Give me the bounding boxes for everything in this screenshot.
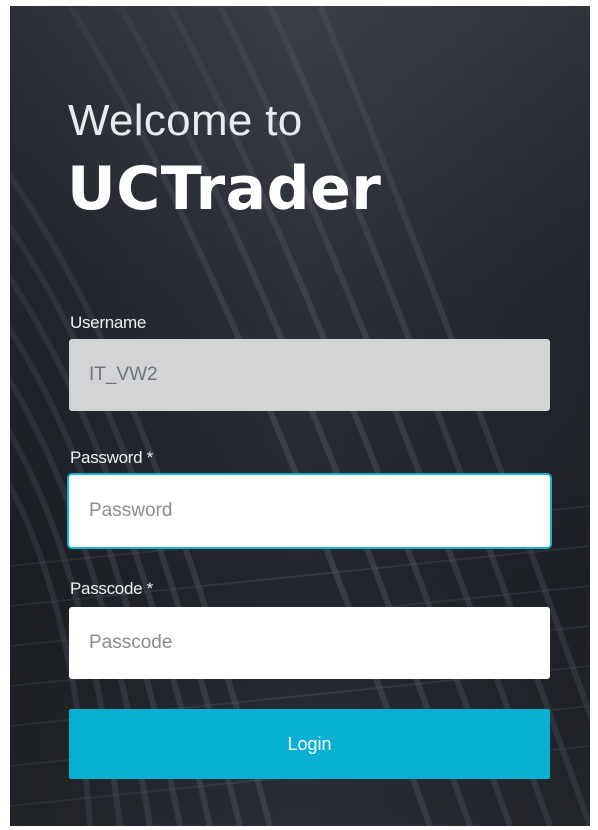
welcome-heading: Welcome to — [68, 96, 303, 145]
password-field[interactable] — [69, 475, 550, 547]
password-label: Password * — [70, 448, 153, 467]
passcode-field[interactable] — [69, 607, 550, 679]
username-label: Username — [70, 313, 147, 332]
login-button[interactable]: Login — [69, 709, 550, 779]
passcode-label: Passcode * — [70, 579, 153, 598]
username-field[interactable] — [69, 339, 550, 411]
brand-title: UCTrader — [67, 154, 382, 224]
login-panel: Welcome to UCTrader Username Password * … — [10, 6, 590, 826]
